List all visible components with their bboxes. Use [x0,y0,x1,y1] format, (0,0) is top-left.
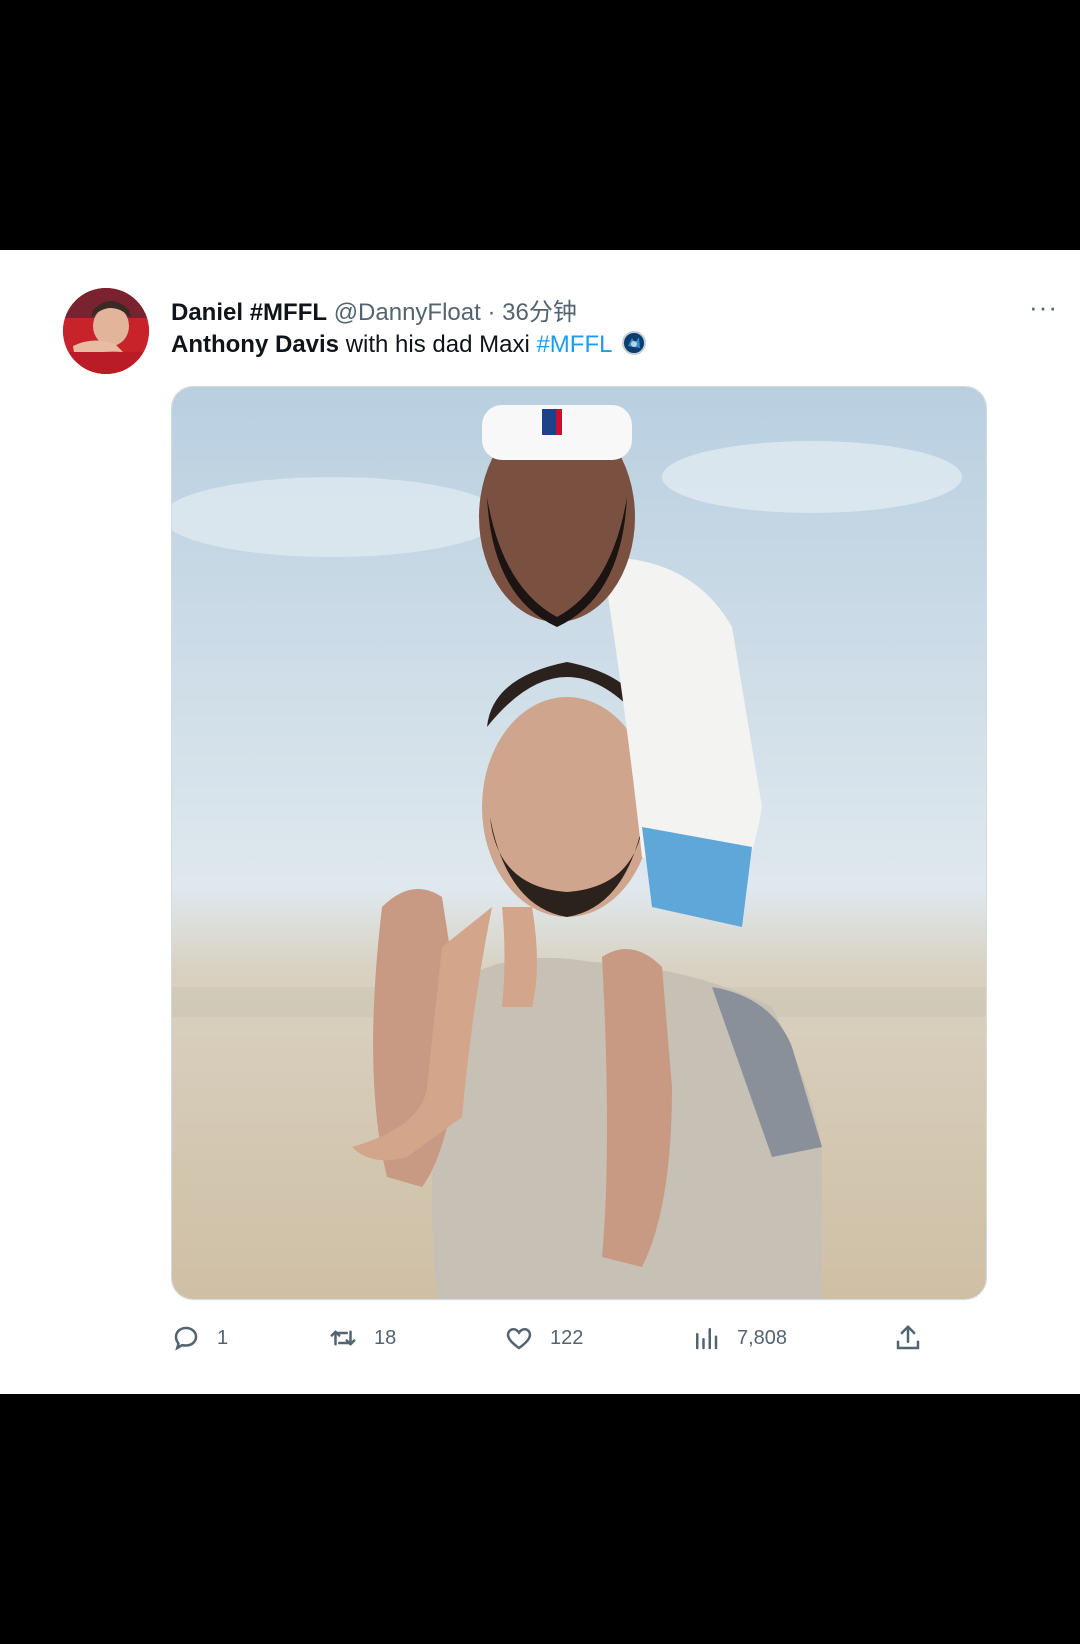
like-count: 122 [550,1326,584,1349]
share-button[interactable] [893,1318,939,1358]
mavericks-logo-icon [621,330,647,363]
more-icon[interactable]: ··· [1029,294,1058,320]
reply-icon [174,1326,198,1351]
retweet-button[interactable]: 18 [328,1318,396,1358]
separator: · [487,299,496,326]
retweet-count: 18 [374,1326,397,1349]
tweet-text-bold: Anthony Davis [171,331,340,358]
tweet-text-plain: with his dad Maxi [339,331,537,358]
views-icon [696,1328,718,1350]
handle[interactable]: @DannyFloat [334,299,481,326]
tweet-text: Anthony Davis with his dad Maxi #MFFL [171,330,647,363]
reply-count: 1 [217,1326,229,1349]
timestamp[interactable]: 36分钟 [502,299,577,326]
tweet-card[interactable]: Daniel #MFFL @DannyFloat · 36分钟 ··· Anth… [0,250,1080,1394]
views-button[interactable]: 7,808 [691,1318,787,1358]
share-icon [896,1325,920,1350]
hashtag-link[interactable]: #MFFL [536,331,611,358]
view-count: 7,808 [737,1326,788,1349]
tweet-media-photo[interactable] [171,386,987,1300]
heart-icon [506,1327,532,1350]
tweet-header: Daniel #MFFL @DannyFloat · 36分钟 [171,292,577,327]
action-bar: 1 18 122 7,808 [171,1318,931,1358]
avatar[interactable] [63,288,149,374]
display-name[interactable]: Daniel #MFFL [171,299,327,326]
like-button[interactable]: 122 [504,1318,583,1358]
retweet-icon [330,1330,356,1346]
reply-button[interactable]: 1 [171,1318,228,1358]
